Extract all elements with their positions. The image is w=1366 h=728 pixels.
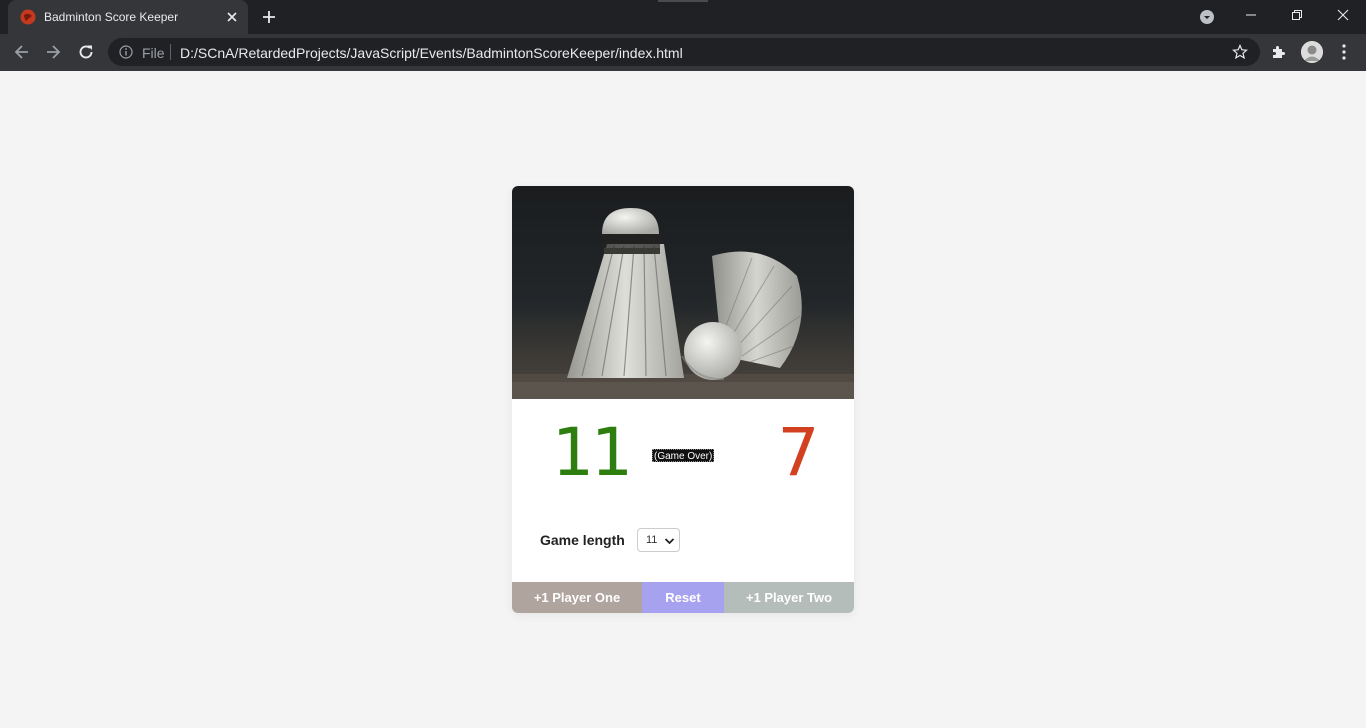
close-window-icon [1337, 9, 1349, 21]
profile-avatar-icon [1301, 41, 1323, 63]
kebab-menu-icon[interactable] [1336, 42, 1352, 62]
reset-button[interactable]: Reset [642, 582, 724, 613]
game-length-label: Game length [540, 532, 625, 548]
shuttlecocks-photo [512, 186, 854, 399]
score-keeper-card: 11 (Game Over) 7 Game length 11 +1 Playe… [512, 186, 854, 613]
game-length-value: 11 [646, 534, 658, 546]
bookmark-star-icon[interactable] [1232, 44, 1248, 60]
tab-strip: Badminton Score Keeper [0, 0, 1366, 34]
player-two-score: 7 [777, 414, 820, 491]
url-scheme-label: File [142, 45, 165, 61]
restore-icon [1292, 10, 1302, 20]
profile-avatar[interactable] [1301, 41, 1323, 63]
reload-icon[interactable] [76, 42, 96, 62]
site-info-icon[interactable] [119, 45, 133, 59]
player-one-score: 11 [552, 414, 633, 491]
restore-button[interactable] [1274, 0, 1320, 30]
close-tab-icon[interactable] [224, 9, 240, 25]
minimize-icon [1246, 14, 1256, 16]
browser-tab[interactable]: Badminton Score Keeper [8, 0, 248, 34]
tab-title: Badminton Score Keeper [44, 10, 179, 24]
close-window-button[interactable] [1320, 0, 1366, 30]
new-tab-plus-icon[interactable] [260, 8, 278, 26]
address-bar[interactable]: File D:/SCnA/RetardedProjects/JavaScript… [108, 38, 1260, 66]
game-status-text: (Game Over) [652, 449, 715, 462]
badminton-favicon-icon [20, 9, 36, 25]
tab-search-chevron-icon[interactable] [1199, 9, 1215, 25]
chevron-down-icon [664, 538, 675, 545]
extensions-puzzle-icon[interactable] [1271, 44, 1287, 60]
omnibox-divider [170, 44, 171, 60]
url-text[interactable]: D:/SCnA/RetardedProjects/JavaScript/Even… [180, 45, 683, 61]
forward-arrow-icon[interactable] [43, 42, 63, 62]
player-one-plus-button[interactable]: +1 Player One [512, 582, 642, 613]
window-drag-handle[interactable] [658, 0, 708, 2]
player-two-plus-button[interactable]: +1 Player Two [724, 582, 854, 613]
button-row: +1 Player One Reset +1 Player Two [512, 582, 854, 613]
minimize-button[interactable] [1228, 0, 1274, 30]
back-arrow-icon[interactable] [12, 42, 32, 62]
game-length-select[interactable]: 11 [637, 528, 680, 552]
browser-toolbar: File D:/SCnA/RetardedProjects/JavaScript… [0, 34, 1366, 71]
